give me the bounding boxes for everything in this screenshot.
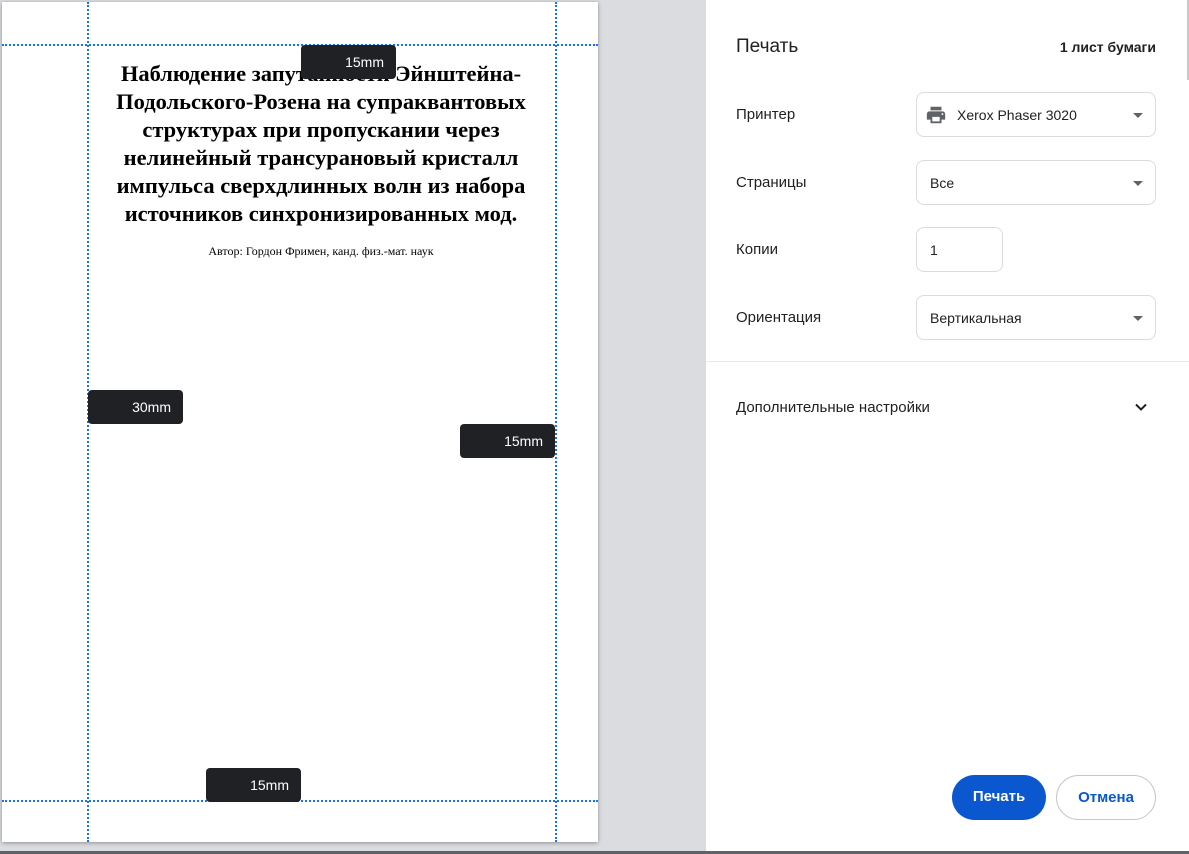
top-margin-guide[interactable] [2,44,598,46]
copies-label: Копии [736,241,778,258]
document-title: Наблюдение запутанности Эйнштейна-Подоль… [116,61,526,226]
more-settings-toggle[interactable]: Дополнительные настройки [706,385,1189,431]
right-margin-guide[interactable] [555,2,557,842]
orientation-label: Ориентация [736,309,822,326]
pages-label: Страницы [736,174,807,191]
print-button[interactable]: Печать [952,775,1046,820]
section-divider [706,361,1189,362]
dropdown-arrow-icon [1133,316,1143,321]
dropdown-arrow-icon [1133,181,1143,186]
print-preview-area: Наблюдение запутанности Эйнштейна-Подоль… [0,0,706,854]
orientation-select[interactable]: Вертикальная [916,295,1156,340]
right-margin-label[interactable]: 15mm [460,424,555,458]
left-margin-label[interactable]: 30mm [88,390,183,424]
printer-select[interactable]: Xerox Phaser 3020 [916,92,1156,137]
pages-value: Все [930,175,955,191]
dropdown-arrow-icon [1133,113,1143,118]
document-author: Автор: Гордон Фримен, канд. физ.-мат. на… [208,244,434,258]
cancel-button[interactable]: Отмена [1056,775,1156,820]
orientation-value: Вертикальная [930,310,1022,326]
pages-select[interactable]: Все [916,160,1156,205]
printer-icon [925,104,947,131]
print-settings-panel: Печать 1 лист бумаги Принтер Xerox Phase… [706,0,1189,854]
top-margin-label[interactable]: 15mm [301,45,396,79]
copies-input[interactable]: 1 [916,227,1003,272]
copies-value: 1 [930,242,938,258]
printer-label: Принтер [736,106,796,123]
dialog-title: Печать [736,36,799,57]
sheet-count: 1 лист бумаги [1059,39,1156,55]
more-settings-label: Дополнительные настройки [736,399,930,416]
printer-value: Xerox Phaser 3020 [957,107,1077,123]
chevron-down-icon [1133,399,1149,420]
preview-page: Наблюдение запутанности Эйнштейна-Подоль… [2,2,598,842]
bottom-margin-label[interactable]: 15mm [206,768,301,802]
